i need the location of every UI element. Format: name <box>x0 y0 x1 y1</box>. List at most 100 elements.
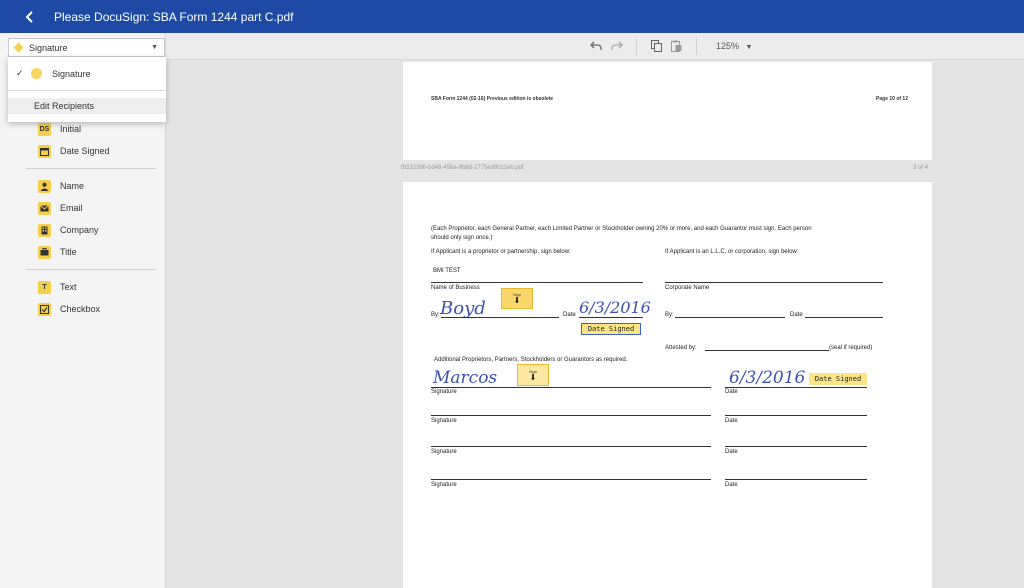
field-label: Name <box>60 181 85 191</box>
attested-by-label: Attested by: <box>665 345 697 351</box>
signature-line <box>441 317 559 318</box>
signature-line <box>705 350 829 351</box>
sign-tag[interactable]: Sign ⬇ <box>517 364 549 386</box>
date-label: Date <box>790 312 803 318</box>
initials-icon: DS <box>38 122 51 136</box>
paste-button[interactable] <box>669 39 683 53</box>
signature-line <box>431 446 711 447</box>
instructions-line: should only sign once.) <box>431 235 493 241</box>
signature-line <box>725 479 867 480</box>
date-signed-tag[interactable]: Date Signed <box>581 323 641 335</box>
top-bar: Please DocuSign: SBA Form 1244 part C.pd… <box>0 0 1024 33</box>
signature-line <box>675 317 785 318</box>
field-list: DS Initial Date Signed Name Email Compan… <box>0 118 166 320</box>
field-label: Title <box>60 247 77 257</box>
handwritten-date: 6/3/2016 <box>579 298 651 317</box>
page-header-left: SBA Form 1244 (02-16) Previous edition i… <box>431 96 554 102</box>
briefcase-icon <box>38 245 51 259</box>
signature-line <box>725 387 867 388</box>
divider <box>8 90 166 91</box>
divider <box>26 269 156 270</box>
field-label: Text <box>60 282 77 292</box>
business-name-value: BMI TEST <box>433 268 461 274</box>
date-label: Date <box>563 312 576 318</box>
field-title[interactable]: Title <box>0 241 166 263</box>
building-icon <box>38 223 51 237</box>
handwritten-date: 6/3/2016 <box>729 368 806 388</box>
divider <box>26 168 156 169</box>
copy-icon <box>650 40 662 52</box>
date-label: Date <box>725 418 738 424</box>
divider <box>696 38 697 55</box>
date-label: Date <box>725 482 738 488</box>
recipient-dropdown: ✓ Signature Edit Recipients <box>8 57 166 122</box>
field-name[interactable]: Name <box>0 175 166 197</box>
corporate-name-label: Corporate Name <box>665 285 710 291</box>
checkbox-icon <box>38 302 51 316</box>
redo-button[interactable] <box>610 39 624 53</box>
signature-line <box>665 282 883 283</box>
zoom-value: 125% <box>716 41 740 51</box>
chevron-left-icon <box>25 10 33 23</box>
handwritten-signature: Marcos <box>433 368 498 388</box>
date-signed-tag[interactable]: Date Signed <box>809 373 867 385</box>
signature-line <box>805 317 883 318</box>
envelope-icon <box>38 201 51 215</box>
recipient-color-icon <box>13 42 24 53</box>
toolbar: 125% ▼ <box>166 33 1024 60</box>
field-label: Date Signed <box>60 146 110 156</box>
field-label: Initial <box>60 124 82 134</box>
by-label: By: <box>431 312 440 318</box>
signature-label: Signature <box>431 482 457 488</box>
signature-label: Signature <box>431 418 457 424</box>
checkmark-icon: ✓ <box>16 68 24 78</box>
name-of-business-label: Name of Business <box>431 285 480 291</box>
signature-line <box>431 479 711 480</box>
signature-label: Signature <box>431 449 457 455</box>
right-heading: If Applicant is an L.L.C. or corporation… <box>665 249 799 255</box>
recipient-option-label: Signature <box>52 68 91 79</box>
signature-label: Signature <box>431 389 457 395</box>
copy-button[interactable] <box>649 39 663 53</box>
text-icon: T <box>38 280 51 294</box>
field-label: Checkbox <box>60 304 101 314</box>
recipient-select-value: Signature <box>29 42 68 53</box>
document-page: SBA Form 1244 (02-16) Previous edition i… <box>403 62 932 160</box>
signature-line <box>431 415 711 416</box>
page-header-right: Page 10 of 12 <box>876 96 908 102</box>
field-email[interactable]: Email <box>0 197 166 219</box>
signature-line <box>431 387 711 388</box>
divider <box>636 38 637 55</box>
download-arrow-icon: ⬇ <box>513 296 521 305</box>
recipient-option[interactable]: ✓ Signature <box>8 57 166 90</box>
document-title: Please DocuSign: SBA Form 1244 part C.pd… <box>54 9 294 24</box>
sign-tag[interactable]: Sign ⬇ <box>501 288 533 309</box>
field-label: Email <box>60 203 83 213</box>
signature-line <box>725 415 867 416</box>
file-id: fb532398-bd48-458a-9b8d-2775ed9011eb.pdf <box>401 165 524 171</box>
edit-recipients-button[interactable]: Edit Recipients <box>8 98 166 114</box>
page-count: 3 of 4 <box>913 165 929 171</box>
additional-label: Additional Proprietors, Partners, Stockh… <box>434 357 628 363</box>
signature-line <box>579 317 643 318</box>
back-button[interactable] <box>16 0 44 33</box>
field-label: Company <box>60 225 99 235</box>
field-company[interactable]: Company <box>0 219 166 241</box>
undo-icon <box>590 41 602 50</box>
date-label: Date <box>725 389 738 395</box>
redo-icon <box>611 41 623 50</box>
field-text[interactable]: T Text <box>0 276 166 298</box>
recipient-select[interactable]: Signature ▼ <box>8 38 165 57</box>
handwritten-signature: Boyd <box>440 298 486 319</box>
by-label: By: <box>665 312 674 318</box>
date-label: Date <box>725 449 738 455</box>
document-page: (Each Proprietor, each General Partner, … <box>403 182 932 588</box>
field-checkbox[interactable]: Checkbox <box>0 298 166 320</box>
undo-button[interactable] <box>589 39 603 53</box>
zoom-select[interactable]: 125% ▼ <box>716 41 752 51</box>
signature-line <box>725 446 867 447</box>
download-arrow-icon: ⬇ <box>529 372 537 382</box>
calendar-icon <box>38 144 51 158</box>
field-date-signed[interactable]: Date Signed <box>0 140 166 162</box>
chevron-down-icon: ▼ <box>151 44 158 51</box>
